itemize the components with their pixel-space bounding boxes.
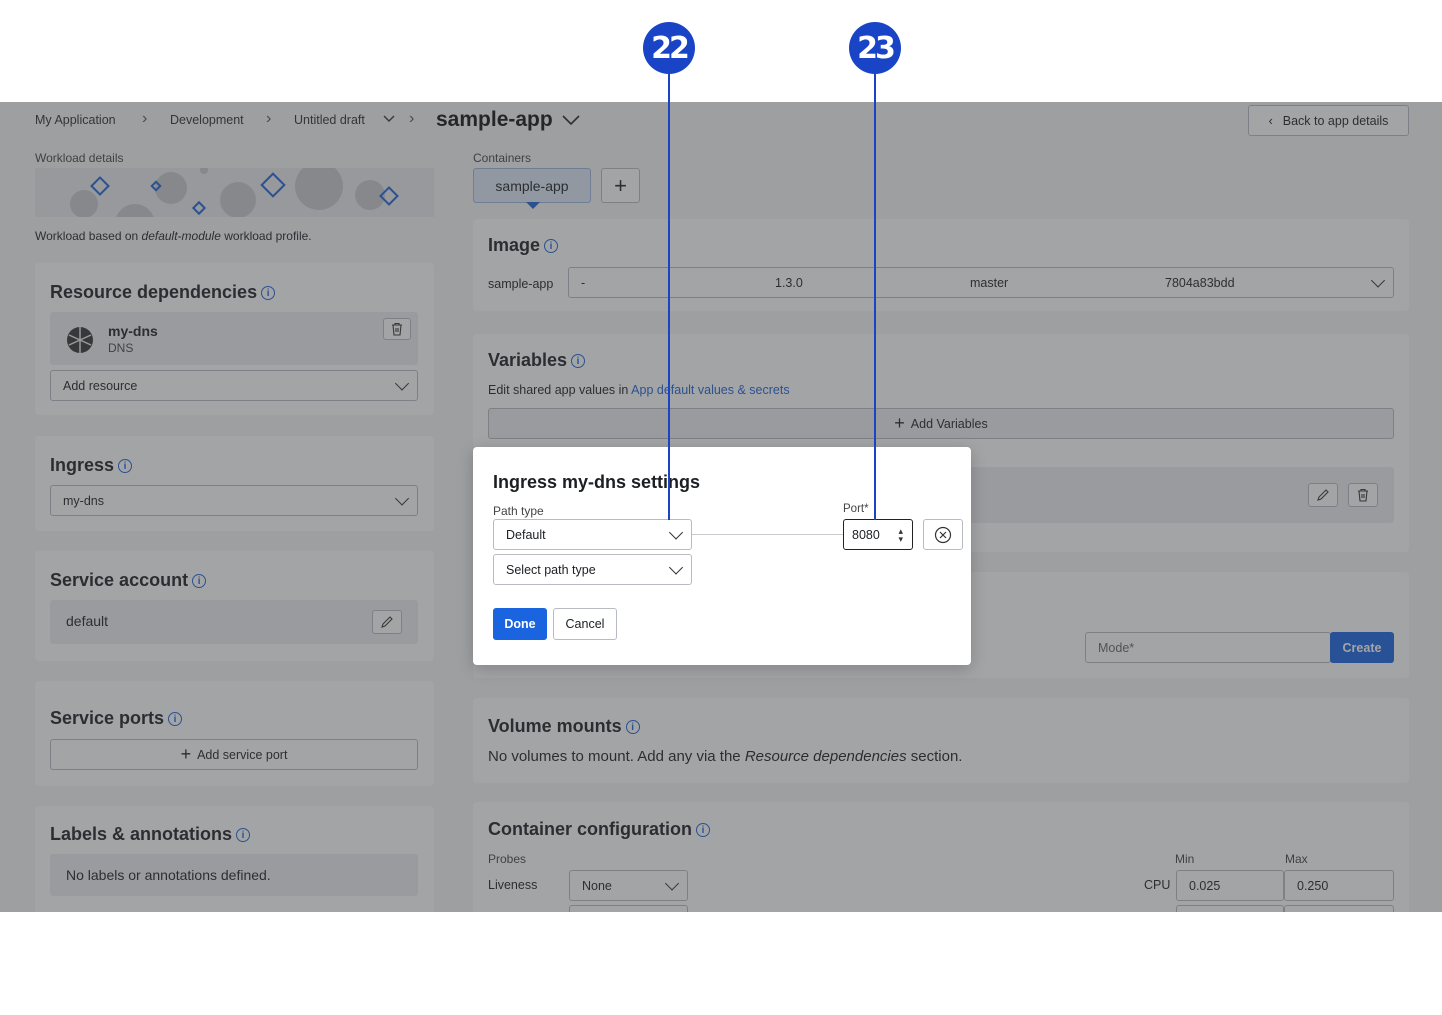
select-path-type[interactable]: Select path type bbox=[493, 554, 692, 585]
connector-line bbox=[692, 534, 843, 535]
chevron-down-icon bbox=[668, 559, 684, 575]
callout-line-23 bbox=[874, 74, 876, 520]
callout-badge-22: 22 bbox=[643, 22, 695, 74]
spinner-icon[interactable]: ▴ ▾ bbox=[898, 527, 903, 544]
path-type-select[interactable]: Default bbox=[493, 519, 692, 550]
app-window: My Application › Development › Untitled … bbox=[0, 102, 1442, 912]
callout-badge-23: 23 bbox=[849, 22, 901, 74]
callout-line-22 bbox=[668, 74, 670, 520]
cancel-button[interactable]: Cancel bbox=[553, 608, 617, 640]
close-circle-icon bbox=[934, 526, 952, 543]
path-type-label: Path type bbox=[493, 504, 544, 518]
port-input[interactable]: 8080 ▴ ▾ bbox=[843, 519, 913, 550]
chevron-down-icon bbox=[668, 524, 684, 540]
done-button[interactable]: Done bbox=[493, 608, 547, 640]
remove-path-button[interactable] bbox=[923, 519, 963, 550]
ingress-settings-modal: Ingress my-dns settings Path type Defaul… bbox=[473, 447, 971, 665]
callout-area: 22 23 bbox=[0, 0, 1442, 102]
port-label: Port* bbox=[843, 503, 869, 515]
